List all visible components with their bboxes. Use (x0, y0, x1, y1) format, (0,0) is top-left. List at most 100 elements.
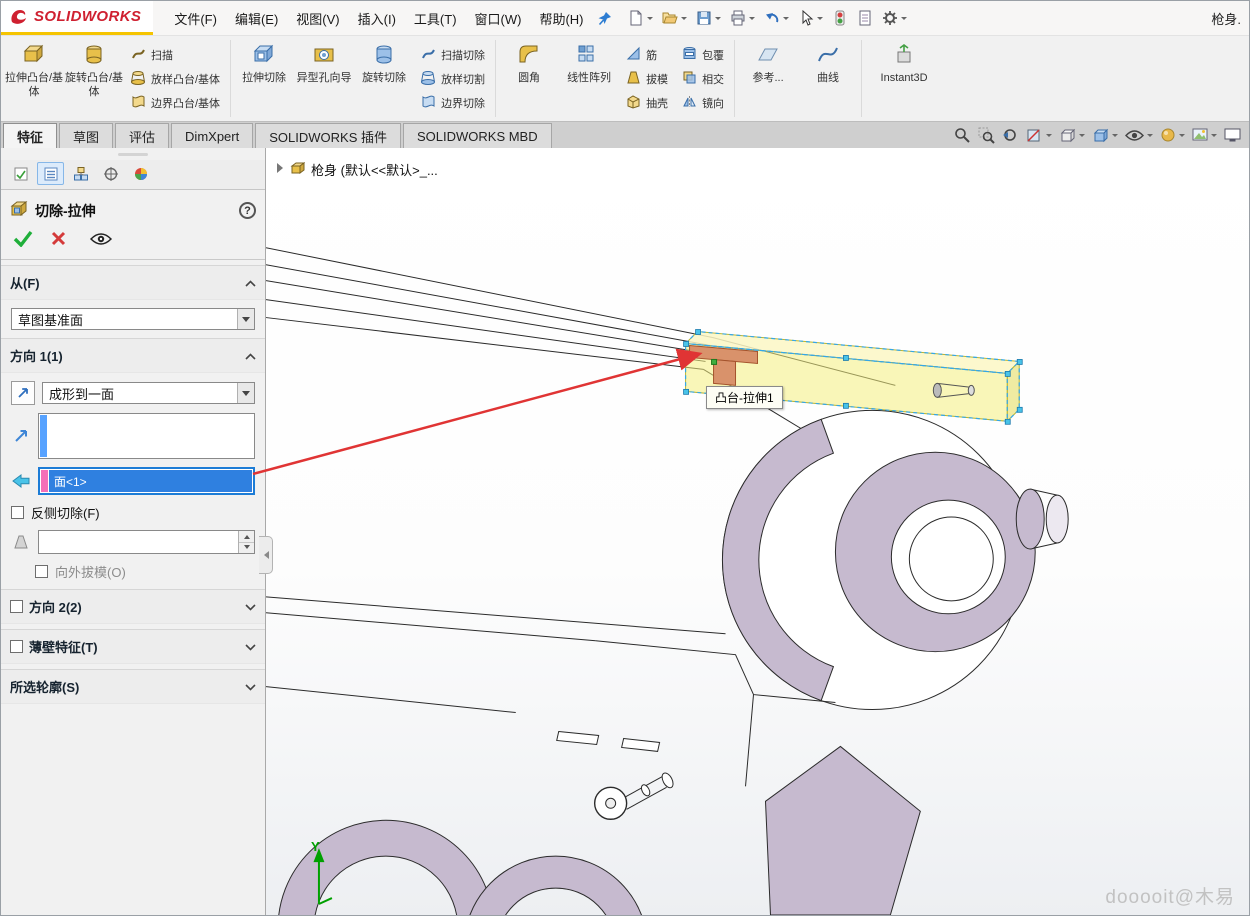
reverse-direction-button[interactable] (11, 381, 35, 405)
selected-face-item[interactable]: 面<1> (49, 470, 252, 492)
thin-feature-checkbox[interactable] (10, 640, 23, 653)
model-3d-view[interactable]: Y (266, 148, 1249, 915)
options-button[interactable] (878, 7, 911, 29)
button-label: 相交 (702, 71, 724, 87)
curves-button[interactable]: 曲线 (798, 36, 858, 121)
draft-angle-spinbox[interactable] (38, 530, 255, 554)
from-condition-dropdown[interactable]: 草图基准面 (11, 308, 255, 330)
tab-mbd[interactable]: SOLIDWORKS MBD (403, 123, 552, 148)
save-button[interactable] (692, 7, 725, 29)
menu-view[interactable]: 视图(V) (287, 4, 348, 33)
draft-outward-checkbox[interactable] (35, 565, 48, 578)
direction-selection-box[interactable] (38, 413, 255, 459)
end-condition-dropdown[interactable]: 成形到一面 (42, 382, 255, 404)
section-view-button[interactable] (1026, 127, 1052, 144)
panel-collapse-handle[interactable] (259, 536, 273, 574)
reference-geometry-button[interactable]: 参考... (738, 36, 798, 121)
lofted-boss-button[interactable]: 放样凸台/基体 (127, 67, 224, 90)
print-button[interactable] (726, 7, 759, 29)
menu-help[interactable]: 帮助(H) (530, 4, 592, 33)
trigger-guard-arcs[interactable] (278, 820, 648, 915)
tab-features[interactable]: 特征 (3, 123, 57, 148)
open-document-button[interactable] (658, 7, 691, 29)
section-direction2[interactable]: 方向 2(2) (1, 589, 265, 624)
displaymanager-tab[interactable] (127, 162, 154, 185)
linear-pattern-button[interactable]: 线性阵列 (559, 36, 619, 121)
menu-edit[interactable]: 编辑(E) (226, 4, 287, 33)
menu-file[interactable]: 文件(F) (165, 4, 226, 33)
menu-window[interactable]: 窗口(W) (466, 4, 531, 33)
swept-cut-button[interactable]: 扫描切除 (417, 43, 489, 66)
sketch-origin-handle[interactable] (712, 359, 717, 364)
solidworks-logo: SOLIDWORKS (1, 1, 153, 35)
face-selection-box[interactable]: 面<1> (38, 467, 255, 495)
rib-button[interactable]: 筋 (622, 43, 672, 66)
panel-grip[interactable] (1, 148, 265, 160)
ok-button[interactable] (13, 230, 33, 250)
section-direction1[interactable]: 方向 1(1) (1, 338, 265, 373)
boundary-boss-button[interactable]: 边界凸台/基体 (127, 91, 224, 114)
featuremanager-tab[interactable] (7, 162, 34, 185)
new-document-button[interactable] (624, 7, 657, 29)
previous-view-button[interactable] (1002, 127, 1019, 144)
graphics-area[interactable]: Y 枪身 (默认<<默认>_... 凸台-拉伸1 dooooit@木易 (266, 148, 1249, 915)
zoom-to-fit-button[interactable] (954, 127, 971, 144)
extruded-cut-button[interactable]: 拉伸切除 (234, 36, 294, 121)
tab-addins[interactable]: SOLIDWORKS 插件 (255, 123, 401, 148)
direction2-checkbox[interactable] (10, 600, 23, 613)
hole-wizard-button[interactable]: 异型孔向导 (294, 36, 354, 121)
gun-body-cylinder[interactable] (722, 410, 1068, 709)
view-orientation-button[interactable] (1059, 127, 1085, 144)
show-preview-button[interactable] (90, 232, 112, 249)
wrap-button[interactable]: 包覆 (678, 43, 728, 66)
undo-button[interactable] (760, 7, 793, 29)
boundary-cut-button[interactable]: 边界切除 (417, 91, 489, 114)
configurationmanager-tab[interactable] (67, 162, 94, 185)
shell-button[interactable]: 抽壳 (622, 91, 672, 114)
edit-appearance-button[interactable] (1160, 127, 1185, 143)
file-properties-button[interactable] (853, 7, 877, 29)
help-button[interactable]: ? (239, 202, 256, 219)
fillet-button[interactable]: 圆角 (499, 36, 559, 121)
view-settings-monitor-button[interactable] (1224, 127, 1241, 143)
mirror-button[interactable]: 镜向 (678, 91, 728, 114)
menu-tools[interactable]: 工具(T) (405, 4, 466, 33)
dropdown-arrow-button[interactable] (237, 309, 254, 329)
tab-dimxpert[interactable]: DimXpert (171, 123, 253, 148)
menu-insert[interactable]: 插入(I) (349, 4, 405, 33)
breadcrumb-text[interactable]: 枪身 (默认<<默认>_... (311, 160, 438, 179)
section-thin-feature[interactable]: 薄壁特征(T) (1, 629, 265, 664)
takedown-pin[interactable] (595, 771, 676, 819)
rebuild-button[interactable] (828, 7, 852, 29)
flyout-tree-arrow[interactable] (276, 162, 284, 177)
revolved-cut-button[interactable]: 旋转切除 (354, 36, 414, 121)
boundary-boss-icon (131, 94, 146, 112)
dropdown-arrow-button[interactable] (237, 383, 254, 403)
spin-up-button[interactable] (239, 531, 254, 543)
select-button[interactable] (794, 7, 827, 29)
extruded-boss-button[interactable]: 拉伸凸台/基体 (4, 36, 64, 121)
instant3d-button[interactable]: Instant3D (865, 36, 943, 121)
dimxpertmanager-tab[interactable] (97, 162, 124, 185)
section-selected-contours[interactable]: 所选轮廓(S) (1, 669, 265, 704)
lofted-cut-button[interactable]: 放样切割 (417, 67, 489, 90)
extrude-preview-box[interactable] (684, 330, 1023, 425)
cancel-button[interactable] (51, 231, 66, 249)
swept-boss-button[interactable]: 扫描 (127, 43, 224, 66)
flip-side-checkbox[interactable] (11, 506, 24, 519)
tab-sketch[interactable]: 草图 (59, 123, 113, 148)
spin-down-button[interactable] (239, 543, 254, 554)
display-style-button[interactable] (1092, 127, 1118, 144)
propertymanager-tab[interactable] (37, 162, 64, 185)
intersect-button[interactable]: 相交 (678, 67, 728, 90)
zoom-to-area-button[interactable] (978, 127, 995, 144)
lofted-cut-icon (421, 70, 436, 88)
tab-evaluate[interactable]: 评估 (115, 123, 169, 148)
draft-button[interactable]: 拔模 (622, 67, 672, 90)
section-from[interactable]: 从(F) (1, 265, 265, 300)
apply-scene-button[interactable] (1192, 127, 1217, 143)
revolved-boss-button[interactable]: 旋转凸台/基体 (64, 36, 124, 121)
pin-menu-button[interactable] (593, 8, 616, 29)
hide-show-items-button[interactable] (1125, 129, 1153, 142)
button-label: 镜向 (702, 95, 724, 111)
